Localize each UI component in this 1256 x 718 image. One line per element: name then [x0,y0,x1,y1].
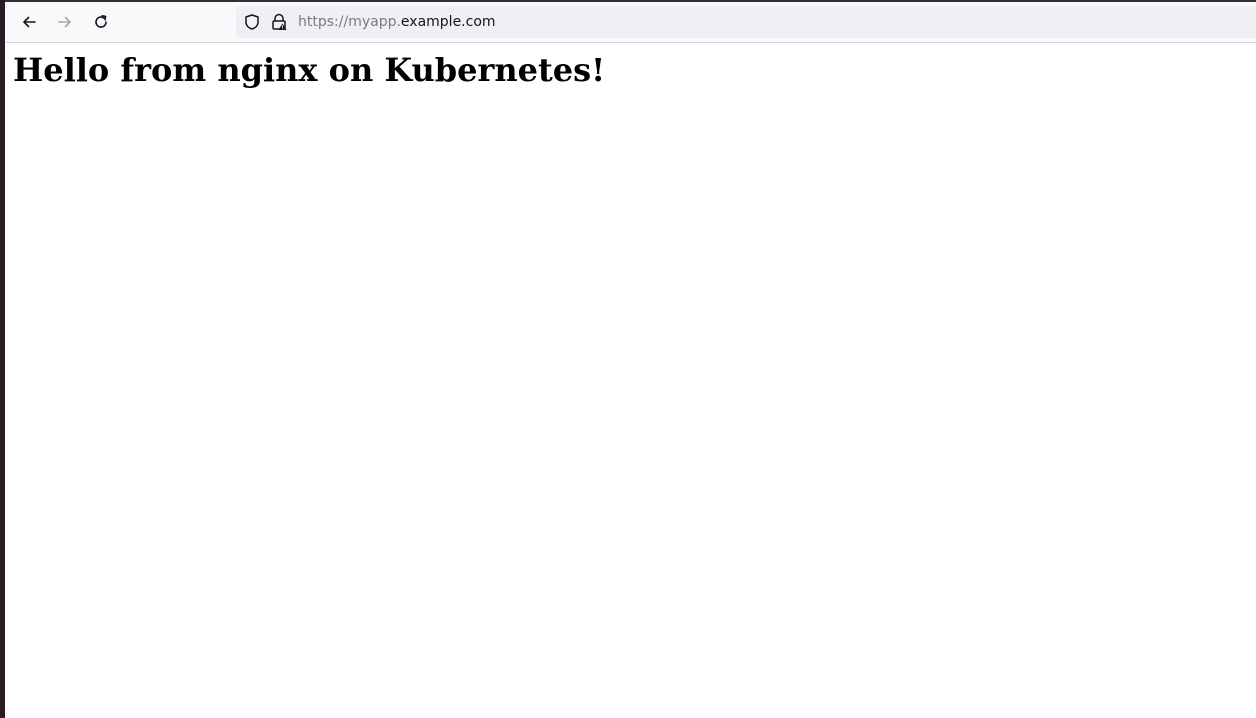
url-text[interactable]: https://myapp.example.com [298,6,496,38]
page-content: Hello from nginx on Kubernetes! [5,43,1256,718]
arrow-left-icon [23,16,36,28]
browser-toolbar: https://myapp.example.com [5,2,1256,43]
lock-warning-icon[interactable] [270,13,288,31]
url-bar[interactable]: https://myapp.example.com [236,6,1256,38]
screen: https://myapp.example.com Hello from ngi… [0,0,1256,718]
reload-button[interactable] [86,7,116,37]
url-subdomain: myapp. [348,14,401,30]
shield-icon[interactable] [243,13,261,31]
url-scheme: https:// [298,14,349,30]
reload-icon [95,15,107,28]
arrow-right-icon [58,16,71,28]
page-heading: Hello from nginx on Kubernetes! [13,51,606,89]
url-host: example.com [400,14,496,30]
forward-button[interactable] [50,7,80,37]
back-button[interactable] [14,7,44,37]
